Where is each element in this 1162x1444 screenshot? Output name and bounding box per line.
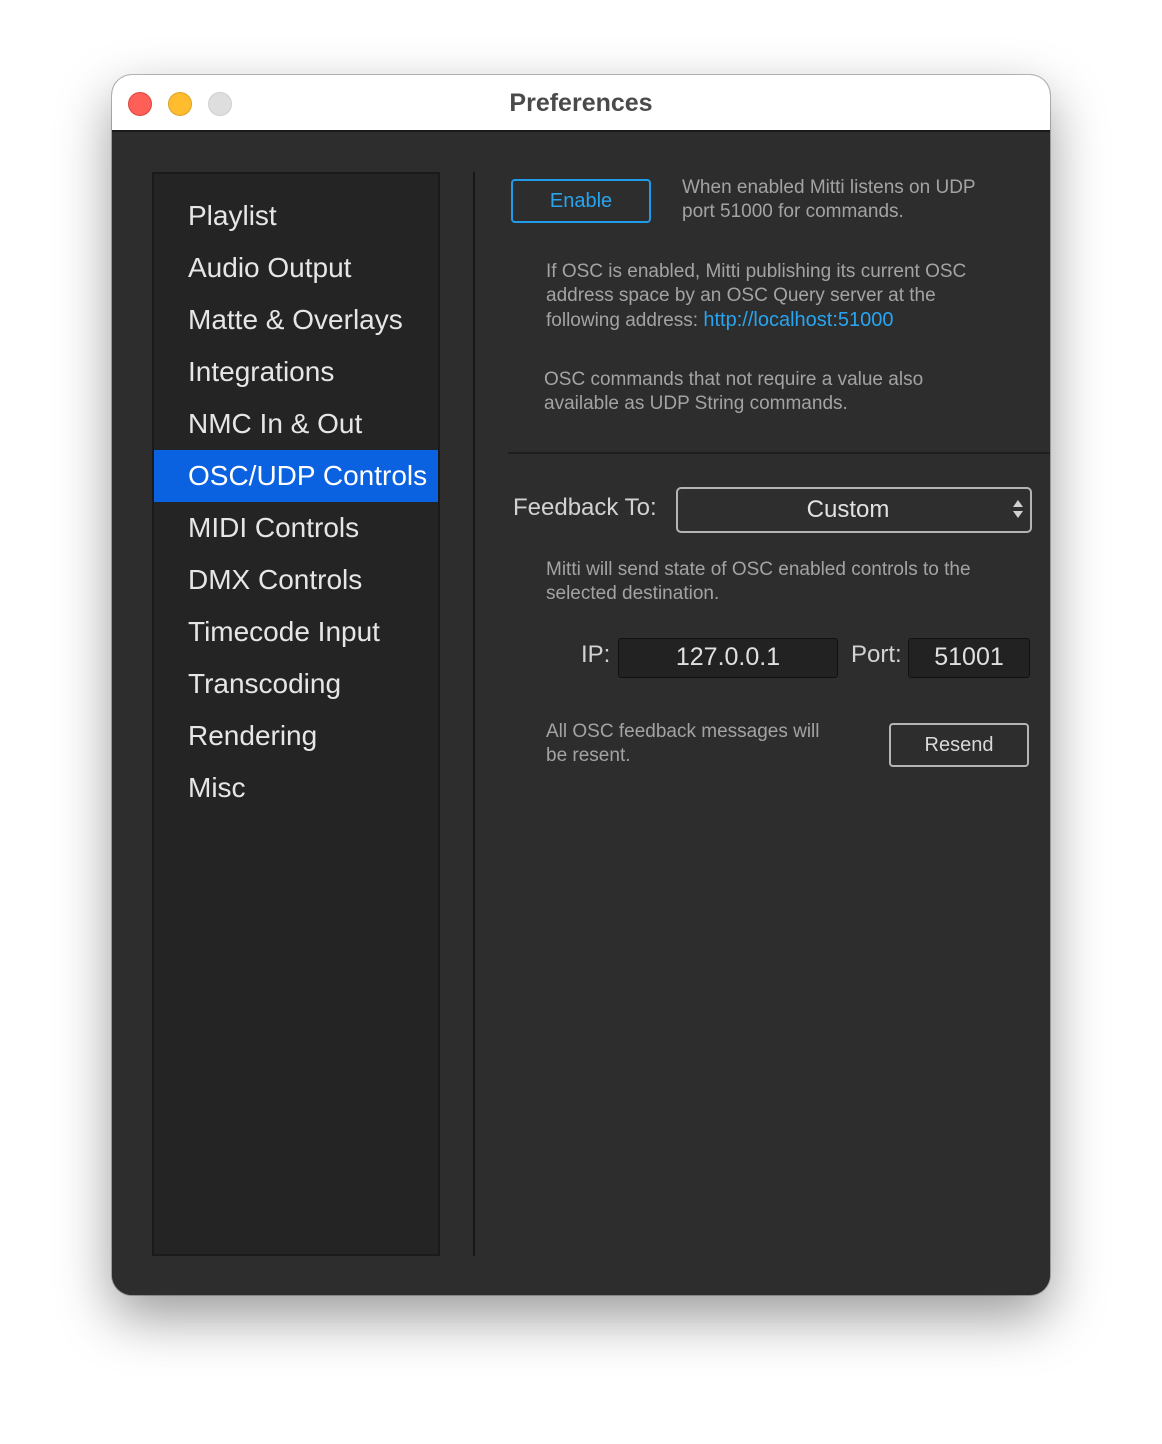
preferences-content: Playlist Audio Output Matte & Overlays I… — [112, 132, 1050, 1295]
feedback-destination-value: Custom — [806, 496, 890, 523]
osc-query-line-3: following address: http://localhost:5100… — [546, 308, 1026, 333]
udp-string-description: OSC commands that not require a value al… — [544, 368, 1004, 416]
section-divider — [508, 452, 1050, 454]
udp-string-line-1: OSC commands that not require a value al… — [544, 369, 924, 390]
resend-description-line-2: be resent. — [546, 745, 631, 766]
osc-query-address-label: following address: — [546, 310, 699, 331]
enable-description: When enabled Mitti listens on UDP port 5… — [682, 176, 1022, 224]
feedback-destination-select[interactable]: Custom — [676, 487, 1032, 533]
enable-description-line-2: port 51000 for commands. — [682, 201, 904, 222]
window-title: Preferences — [509, 89, 653, 117]
resend-description-line-1: All OSC feedback messages will — [546, 721, 820, 742]
osc-query-description: If OSC is enabled, Mitti publishing its … — [546, 260, 1026, 333]
sidebar-item-transcoding[interactable]: Transcoding — [154, 658, 438, 710]
title-bar[interactable]: Preferences — [112, 75, 1050, 132]
sidebar-item-osc-udp-controls[interactable]: OSC/UDP Controls — [154, 450, 438, 502]
feedback-to-label: Feedback To: — [513, 494, 657, 521]
resend-button[interactable]: Resend — [889, 723, 1029, 767]
port-label: Port: — [851, 641, 902, 668]
sidebar-item-dmx-controls[interactable]: DMX Controls — [154, 554, 438, 606]
sidebar-item-matte-overlays[interactable]: Matte & Overlays — [154, 294, 438, 346]
enable-description-line-1: When enabled Mitti listens on UDP — [682, 177, 976, 198]
ip-label: IP: — [581, 641, 611, 668]
sidebar-item-misc[interactable]: Misc — [154, 762, 438, 814]
feedback-description: Mitti will send state of OSC enabled con… — [546, 558, 1026, 606]
vertical-divider — [473, 172, 475, 1256]
sidebar-item-midi-controls[interactable]: MIDI Controls — [154, 502, 438, 554]
sidebar-item-playlist[interactable]: Playlist — [154, 190, 438, 242]
sidebar-item-timecode-input[interactable]: Timecode Input — [154, 606, 438, 658]
osc-query-line-2: address space by an OSC Query server at … — [546, 285, 936, 306]
feedback-description-line-1: Mitti will send state of OSC enabled con… — [546, 559, 971, 580]
udp-string-line-2: available as UDP String commands. — [544, 393, 848, 414]
up-down-chevron-icon — [1013, 500, 1023, 518]
preferences-window: Preferences Playlist Audio Output Matte … — [112, 75, 1050, 1295]
port-field[interactable]: 51001 — [908, 638, 1030, 678]
sidebar-item-integrations[interactable]: Integrations — [154, 346, 438, 398]
osc-query-url-link[interactable]: http://localhost:51000 — [703, 309, 893, 331]
resend-description: All OSC feedback messages will be resent… — [546, 720, 866, 768]
feedback-description-line-2: selected destination. — [546, 583, 720, 604]
ip-address-field[interactable]: 127.0.0.1 — [618, 638, 838, 678]
sidebar: Playlist Audio Output Matte & Overlays I… — [152, 172, 440, 1256]
sidebar-item-audio-output[interactable]: Audio Output — [154, 242, 438, 294]
sidebar-item-nmc-in-out[interactable]: NMC In & Out — [154, 398, 438, 450]
osc-query-line-1: If OSC is enabled, Mitti publishing its … — [546, 261, 967, 282]
enable-osc-button[interactable]: Enable — [511, 179, 651, 223]
sidebar-item-rendering[interactable]: Rendering — [154, 710, 438, 762]
